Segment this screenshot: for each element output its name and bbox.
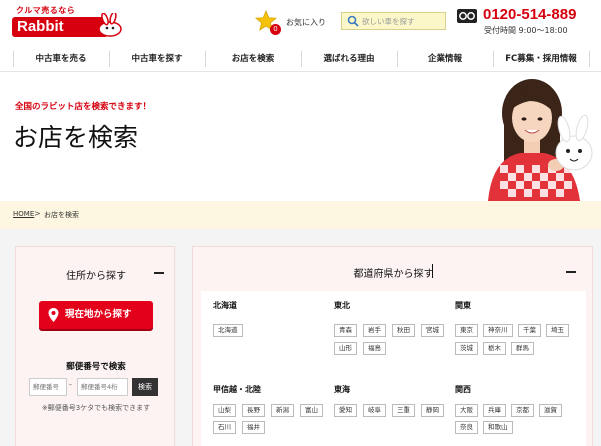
location-pin-icon <box>48 308 59 322</box>
prefecture-search-title: 都道府県から探す <box>353 269 434 280</box>
pref-button[interactable]: 滋賀 <box>539 404 562 417</box>
pref-button[interactable]: 栃木 <box>483 342 506 355</box>
pref-button[interactable]: 青森 <box>334 324 357 337</box>
zip-search-button[interactable]: 検索 <box>132 378 158 396</box>
pref-button[interactable]: 福井 <box>242 421 265 434</box>
zip-search-title: 郵便番号で検索 <box>66 362 126 372</box>
region-tokai: 東海 愛知 岐阜 三重 静岡 <box>334 384 454 446</box>
pref-button[interactable]: 兵庫 <box>483 404 506 417</box>
region-name: 関東 <box>455 301 471 310</box>
phone-contact[interactable]: 0120-514-889 受付時間 9:00〜18:00 <box>457 6 597 39</box>
favorites-count-badge: 0 <box>270 24 281 35</box>
nav-sell-car[interactable]: 中古車を売る <box>13 47 109 72</box>
region-name: 関西 <box>455 385 471 394</box>
hero-subtitle: 全国のラビット店を検索できます！ <box>15 102 152 112</box>
pref-button[interactable]: 新潟 <box>271 404 294 417</box>
pref-button[interactable]: 富山 <box>300 404 323 417</box>
region-name: 北海道 <box>213 301 237 310</box>
car-search-box <box>341 12 446 30</box>
phone-number: 0120-514-889 <box>483 6 577 23</box>
region-name: 東北 <box>334 301 350 310</box>
current-location-label: 現在地から探す <box>65 309 132 320</box>
favorites-link[interactable]: 0 お気に入り <box>255 10 335 35</box>
business-hours: 受付時間 9:00〜18:00 <box>484 26 568 35</box>
pref-button[interactable]: 愛知 <box>334 404 357 417</box>
region-tohoku: 東北 青森 岩手 秋田 宮城 山形 福島 <box>334 300 454 360</box>
free-dial-icon <box>457 9 477 23</box>
pref-button[interactable]: 石川 <box>213 421 236 434</box>
region-name: 甲信越・北陸 <box>213 385 261 394</box>
current-location-button[interactable]: 現在地から探す <box>39 301 153 329</box>
prefecture-search-panel: 都道府県から探す 北海道 北海道 東北 青森 岩手 秋田 宮城 山形 福島 関東 <box>192 246 593 446</box>
region-hokkaido: 北海道 北海道 <box>213 300 323 360</box>
text-cursor <box>432 264 433 278</box>
pref-button[interactable]: 岩手 <box>363 324 386 337</box>
pref-button[interactable]: 長野 <box>242 404 265 417</box>
pref-button[interactable]: 宮城 <box>421 324 444 337</box>
pref-button[interactable]: 福島 <box>363 342 386 355</box>
rabbit-mascot-icon <box>98 13 122 37</box>
pref-button[interactable]: 山形 <box>334 342 357 355</box>
pref-button[interactable]: 大阪 <box>455 404 478 417</box>
breadcrumb-current: お店を検索 <box>44 211 79 219</box>
search-area: 住所から探す 現在地から探す 郵便番号で検索 - 検索 ※郵便番号3ケタでも検索… <box>0 229 601 446</box>
nav-find-car[interactable]: 中古車を探す <box>109 47 205 72</box>
nav-divider <box>589 51 590 67</box>
hero-model-image <box>488 79 593 201</box>
prefecture-list: 北海道 北海道 東北 青森 岩手 秋田 宮城 山形 福島 関東 東京 神奈川 千… <box>201 291 586 446</box>
pref-button[interactable]: 静岡 <box>421 404 444 417</box>
collapse-icon[interactable] <box>154 272 164 274</box>
pref-button[interactable]: 山梨 <box>213 404 236 417</box>
nav-reasons[interactable]: 選ばれる理由 <box>301 47 397 72</box>
pref-button[interactable]: 神奈川 <box>483 324 513 337</box>
global-nav: 中古車を売る 中古車を探す お店を検索 選ばれる理由 企業情報 FC募集・採用情… <box>0 47 601 72</box>
hero-banner: 全国のラビット店を検索できます！ お店を検索 <box>0 73 601 201</box>
breadcrumb: HOME > お店を検索 <box>0 201 601 229</box>
pref-button[interactable]: 和歌山 <box>483 421 513 434</box>
pref-button[interactable]: 茨城 <box>455 342 478 355</box>
site-header: クルマ売るなら Rabbit 0 お気に入り 0120-514-889 受 <box>0 0 601 44</box>
zip-second-input[interactable] <box>77 378 128 396</box>
pref-button[interactable]: 埼玉 <box>546 324 569 337</box>
breadcrumb-home[interactable]: HOME <box>13 210 34 218</box>
car-search-input[interactable] <box>362 13 444 29</box>
collapse-icon[interactable] <box>566 271 576 273</box>
pref-button[interactable]: 東京 <box>455 324 478 337</box>
nav-fc-recruit[interactable]: FC募集・採用情報 <box>493 47 589 72</box>
region-kanto: 関東 東京 神奈川 千葉 埼玉 茨城 栃木 群馬 <box>455 300 580 360</box>
region-kansai: 関西 大阪 兵庫 京都 滋賀 奈良 和歌山 <box>455 384 580 446</box>
pref-button[interactable]: 群馬 <box>511 342 534 355</box>
pref-button[interactable]: 岐阜 <box>363 404 386 417</box>
pref-button[interactable]: 奈良 <box>455 421 478 434</box>
pref-button[interactable]: 千葉 <box>518 324 541 337</box>
zip-first-input[interactable] <box>29 378 67 396</box>
nav-store-search[interactable]: お店を検索 <box>205 47 301 72</box>
pref-button[interactable]: 京都 <box>511 404 534 417</box>
region-name: 東海 <box>334 385 350 394</box>
pref-button[interactable]: 秋田 <box>392 324 415 337</box>
zip-note: ※郵便番号3ケタでも検索できます <box>41 404 151 412</box>
region-koshinetsu-hokuriku: 甲信越・北陸 山梨 長野 新潟 富山 石川 福井 <box>213 384 333 446</box>
logo-wordmark: Rabbit <box>12 17 108 37</box>
address-search-panel: 住所から探す 現在地から探す 郵便番号で検索 - 検索 ※郵便番号3ケタでも検索… <box>15 246 175 446</box>
pref-button[interactable]: 北海道 <box>213 324 243 337</box>
nav-company[interactable]: 企業情報 <box>397 47 493 72</box>
search-icon[interactable] <box>347 15 359 27</box>
zip-dash: - <box>69 380 72 389</box>
logo-tagline: クルマ売るなら <box>16 6 76 15</box>
page-title: お店を検索 <box>13 123 139 152</box>
address-search-title: 住所から探す <box>66 271 126 282</box>
breadcrumb-separator: > <box>34 209 41 218</box>
favorites-label: お気に入り <box>286 18 326 27</box>
rabbit-logo[interactable]: クルマ売るなら Rabbit <box>12 5 122 37</box>
pref-button[interactable]: 三重 <box>392 404 415 417</box>
